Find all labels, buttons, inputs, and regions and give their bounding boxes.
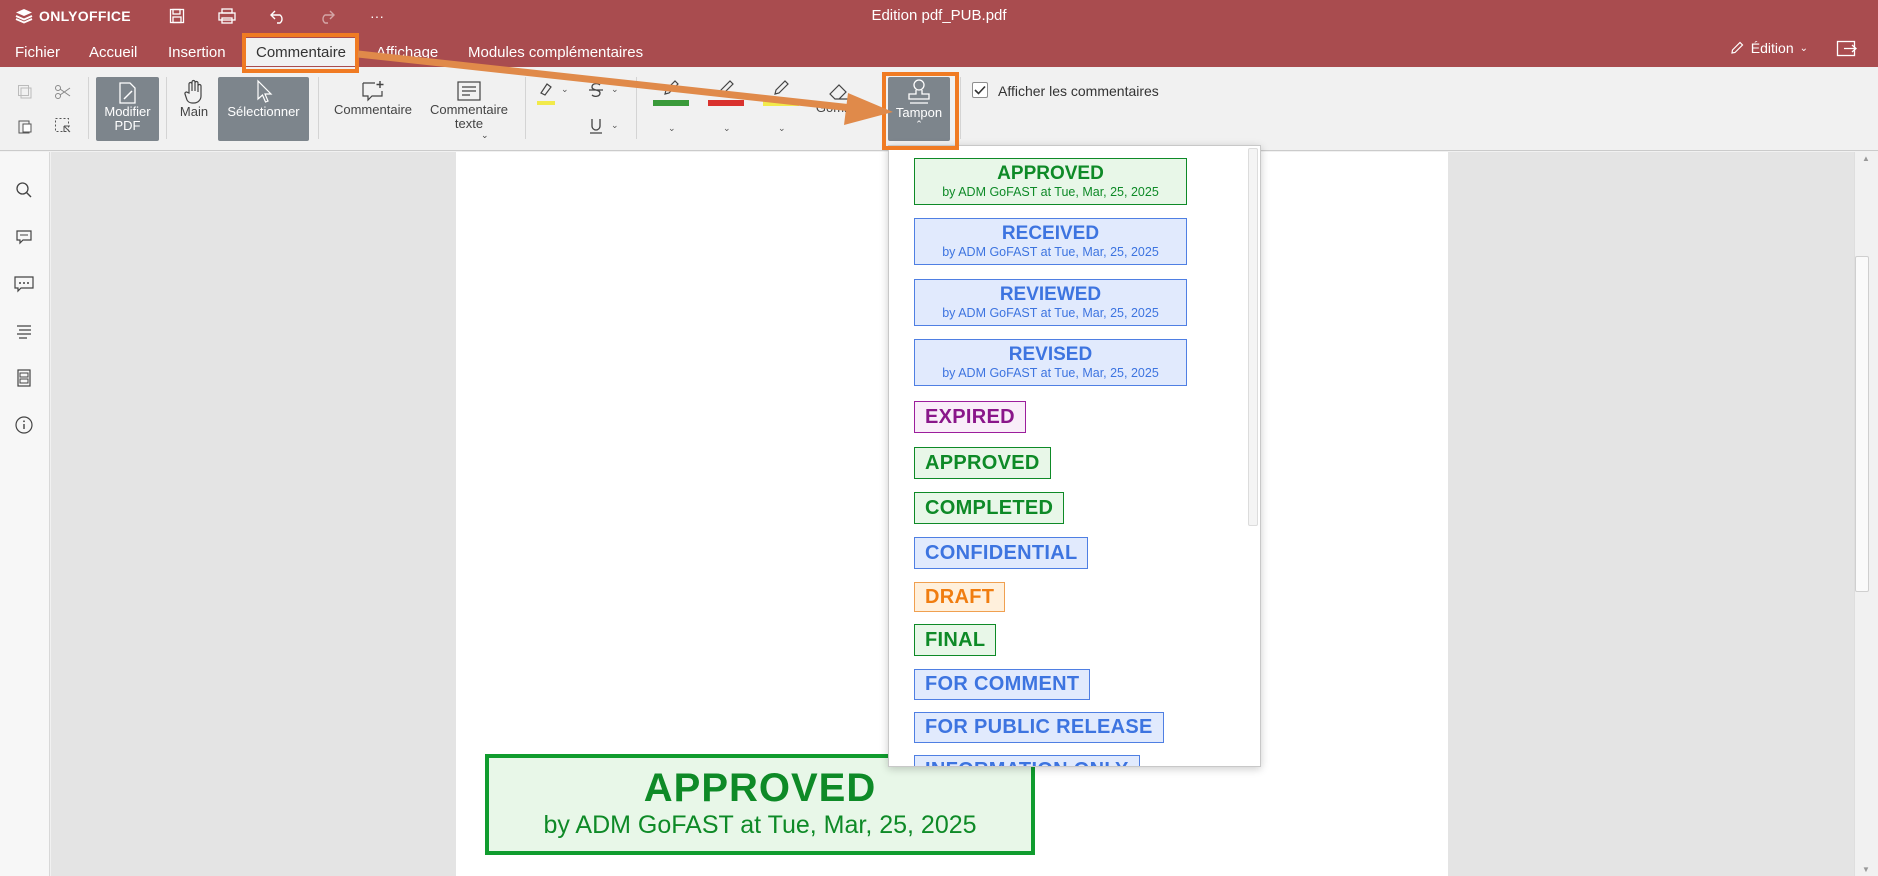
hand-label: Main (179, 104, 209, 119)
eraser-label: Gomme (815, 100, 863, 115)
scroll-down-icon[interactable]: ▼ (1862, 865, 1870, 874)
highlight-icon[interactable] (535, 79, 557, 101)
headings-icon[interactable] (12, 319, 36, 343)
comment-button[interactable]: Commentaire (328, 77, 418, 141)
pen-red-icon[interactable] (715, 77, 737, 99)
stamp-option-revised[interactable]: REVISED by ADM GoFAST at Tue, Mar, 25, 2… (914, 339, 1187, 386)
cursor-icon (256, 79, 272, 103)
copy-icon[interactable] (14, 81, 36, 103)
scrollbar-thumb[interactable] (1855, 256, 1869, 592)
stamp-subtitle: by ADM GoFAST at Tue, Mar, 25, 2025 (942, 245, 1159, 259)
modify-pdf-label: Modifier PDF (104, 104, 151, 133)
strikethrough-icon[interactable] (585, 79, 607, 101)
text-comment-icon (457, 81, 481, 101)
dropdown-scrollbar[interactable] (1248, 148, 1258, 526)
chevron-down-icon: ⌄ (481, 130, 489, 140)
chevron-down-icon[interactable]: ⌄ (611, 84, 619, 95)
stamp-title: APPROVED (997, 163, 1104, 184)
hand-icon (184, 79, 202, 104)
thumbnails-icon[interactable] (12, 366, 36, 390)
menu-modules[interactable]: Modules complémentaires (456, 38, 655, 66)
highlight-commentaire-tab (242, 33, 359, 73)
comment-label: Commentaire (333, 102, 413, 117)
placed-approved-stamp[interactable]: APPROVED by ADM GoFAST at Tue, Mar, 25, … (485, 754, 1035, 855)
add-comment-icon (362, 81, 384, 102)
select-label: Sélectionner (227, 104, 300, 119)
chevron-down-icon[interactable]: ⌄ (561, 84, 569, 95)
stamp-option-reviewed[interactable]: REVIEWED by ADM GoFAST at Tue, Mar, 25, … (914, 279, 1187, 326)
menu-insertion[interactable]: Insertion (156, 38, 238, 66)
open-location-icon[interactable] (1836, 40, 1858, 58)
highlight-color-swatch (537, 101, 555, 105)
stamp-dropdown-menu: APPROVED by ADM GoFAST at Tue, Mar, 25, … (888, 145, 1261, 767)
document-edit-icon (118, 82, 136, 104)
stamp-subtitle: by ADM GoFAST at Tue, Mar, 25, 2025 (942, 185, 1159, 199)
chevron-down-icon[interactable]: ⌄ (668, 123, 676, 134)
placed-stamp-title: APPROVED (643, 766, 877, 810)
document-title: Edition pdf_PUB.pdf (871, 7, 1007, 24)
stamp-option-completed[interactable]: COMPLETED (914, 492, 1065, 524)
highlight-stamp-button (882, 72, 959, 150)
comments-icon[interactable] (12, 225, 36, 249)
stamp-option-for-public-release[interactable]: FOR PUBLIC RELEASE (914, 712, 1164, 743)
underline-icon[interactable] (585, 115, 607, 137)
info-icon[interactable] (12, 413, 36, 437)
chevron-down-icon[interactable]: ⌄ (611, 120, 619, 131)
select-button[interactable]: Sélectionner (218, 77, 309, 141)
select-area-icon[interactable] (52, 115, 74, 137)
hand-button[interactable]: Main (174, 77, 214, 141)
stamp-option-approved-dated[interactable]: APPROVED by ADM GoFAST at Tue, Mar, 25, … (914, 158, 1187, 205)
stamp-option-draft[interactable]: DRAFT (914, 582, 1006, 612)
pen-color-yellow (763, 100, 799, 106)
menu-affichage[interactable]: Affichage (364, 38, 450, 66)
show-comments-label: Afficher les commentaires (998, 83, 1159, 99)
cut-icon[interactable] (52, 81, 74, 103)
edit-mode-button[interactable]: Édition ⌄ (1729, 40, 1808, 56)
stamp-option-confidential[interactable]: CONFIDENTIAL (914, 537, 1089, 569)
eraser-icon (829, 84, 848, 100)
check-icon (974, 85, 986, 95)
pen-color-red (708, 100, 744, 106)
chevron-down-icon[interactable]: ⌄ (723, 123, 731, 134)
chevron-down-icon: ⌄ (1799, 42, 1808, 54)
text-comment-button[interactable]: Commentaire texte ⌄ (424, 77, 514, 141)
stamp-option-for-comment[interactable]: FOR COMMENT (914, 669, 1091, 700)
paste-icon[interactable] (14, 115, 36, 137)
stamp-option-expired[interactable]: EXPIRED (914, 401, 1026, 433)
eraser-button[interactable]: Gomme (814, 77, 864, 141)
chevron-down-icon[interactable]: ⌄ (778, 123, 786, 134)
scroll-up-icon[interactable]: ▲ (1862, 154, 1870, 163)
stamp-option-approved[interactable]: APPROVED (914, 447, 1051, 479)
stamp-subtitle: by ADM GoFAST at Tue, Mar, 25, 2025 (942, 306, 1159, 320)
stamp-subtitle: by ADM GoFAST at Tue, Mar, 25, 2025 (942, 366, 1159, 380)
pen-green-icon[interactable] (660, 77, 682, 99)
menu-accueil[interactable]: Accueil (77, 38, 149, 66)
pen-yellow-icon[interactable] (770, 77, 792, 99)
show-comments-checkbox[interactable] (972, 82, 988, 98)
left-side-panel (0, 152, 50, 876)
stamp-option-information-only[interactable]: INFORMATION ONLY (914, 755, 1140, 766)
pen-color-green (653, 100, 689, 106)
modify-pdf-button[interactable]: Modifier PDF (96, 77, 159, 141)
text-comment-label: Commentaire texte (429, 102, 509, 131)
stamp-title: RECEIVED (1001, 223, 1100, 244)
stamp-option-final[interactable]: FINAL (914, 624, 997, 656)
chat-icon[interactable] (12, 272, 36, 296)
placed-stamp-subtitle: by ADM GoFAST at Tue, Mar, 25, 2025 (543, 811, 977, 839)
pencil-icon (1731, 41, 1744, 54)
stamp-title: REVIEWED (999, 284, 1102, 305)
stamp-option-received[interactable]: RECEIVED by ADM GoFAST at Tue, Mar, 25, … (914, 218, 1187, 265)
menu-fichier[interactable]: Fichier (3, 38, 72, 66)
edit-mode-label: Édition (1750, 40, 1794, 56)
stamp-title: REVISED (1008, 344, 1093, 365)
search-icon[interactable] (12, 178, 36, 202)
